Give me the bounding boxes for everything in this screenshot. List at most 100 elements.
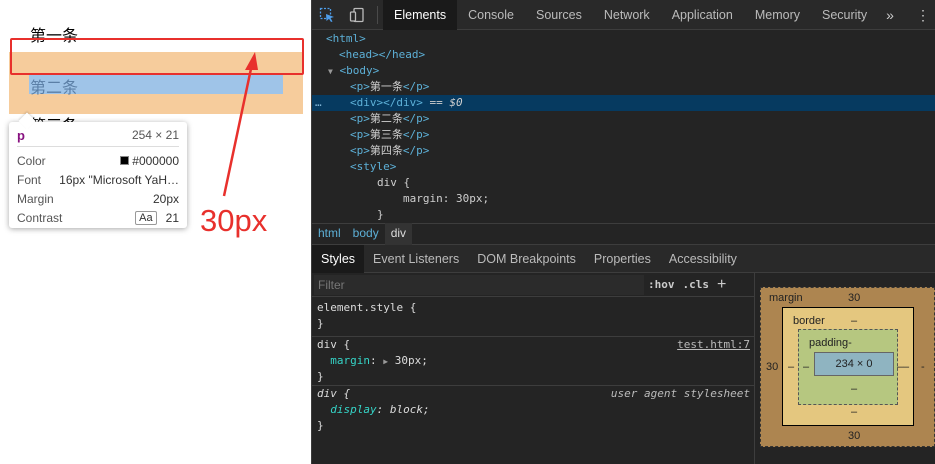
styles-filter-input[interactable] [314,274,644,295]
padding-left-value[interactable]: – [803,361,809,373]
tooltip-label: Color [17,153,46,168]
tab-styles[interactable]: Styles [312,244,365,273]
rule-selector: div { [317,387,351,400]
dom-text: } [377,208,384,221]
dom-tag: <p> [350,128,370,141]
styles-filter-bar: :hov .cls + [312,273,754,297]
ellipsis-icon[interactable]: … [315,95,322,111]
style-rules: element.style { } div { test.html:7 margi… [312,297,754,464]
rule-div-user-agent: div {user agent stylesheet display: bloc… [317,387,750,432]
dom-tag: <html> [326,32,366,45]
devtools-menu-icon[interactable]: ⋮ [916,0,930,30]
device-toolbar-icon[interactable] [342,0,372,30]
css-property[interactable]: margin [330,354,370,367]
dom-tag: <style> [350,160,397,173]
breadcrumb-html[interactable]: html [312,223,347,245]
tooltip-row-color: Color #000000 [17,151,179,170]
rule-selector[interactable]: element.style { [317,301,416,314]
border-top-value[interactable]: – [851,315,857,327]
tab-dom-breakpoints[interactable]: DOM Breakpoints [468,245,585,273]
more-tabs-icon[interactable]: » [878,7,902,23]
padding-bottom-value[interactable]: – [851,383,857,395]
tooltip-label: Contrast [17,210,63,225]
border-bottom-value[interactable]: – [851,406,857,418]
tab-network[interactable]: Network [593,0,661,30]
css-value: block; [389,403,430,416]
rule-close-brace: } [317,370,324,383]
padding-label: padding- [809,337,852,349]
dom-tag: </p> [402,128,430,141]
breadcrumb-body[interactable]: body [347,223,385,245]
toolbar-divider [377,5,378,24]
tooltip-value: 20px [152,191,179,206]
dom-tag: </p> [402,144,430,157]
dom-node-html[interactable]: <html> [312,31,935,47]
dom-text: div { [377,176,411,189]
dom-tag: <body> [339,64,380,77]
dom-node-div-selected[interactable]: … <div></div> == $0 [312,95,935,111]
tooltip-label: Font [17,172,42,187]
border-left-value[interactable]: – [788,361,794,373]
margin-bottom-value[interactable]: 30 [848,430,860,442]
tooltip-row-contrast: Contrast Aa 21 [17,208,179,227]
border-right-value[interactable]: – [903,361,909,373]
css-property: display [330,403,377,416]
expand-shorthand-icon[interactable]: ▶ [383,357,388,366]
dom-tree: <html> <head></head> ▼ <body> <p>第一条</p>… [312,31,935,223]
tooltip-value: 21 [165,210,179,225]
dom-node-p[interactable]: <p>第二条</p> [312,111,935,127]
box-model-diagram: 234 × 0 margin 30 30 30 - border – – – –… [754,273,935,464]
dom-node-body[interactable]: ▼ <body> [312,63,935,79]
tab-security[interactable]: Security [811,0,878,30]
contrast-badge: Aa [135,210,157,225]
tab-console[interactable]: Console [457,0,525,30]
dom-node-head[interactable]: <head></head> [312,47,935,63]
color-swatch-icon [120,156,130,165]
dom-tag: <p> [350,80,370,93]
dom-node-p[interactable]: <p>第三条</p> [312,127,935,143]
tooltip-row-font: Font 16px "Microsoft YaH… [17,170,179,189]
tab-memory[interactable]: Memory [744,0,811,30]
dom-eq: == [422,96,450,109]
dom-style-text: margin: 30px; [312,191,935,207]
class-toggle-button[interactable]: .cls [679,278,714,291]
tab-sources[interactable]: Sources [525,0,593,30]
inspect-element-icon[interactable] [312,0,342,30]
margin-right-value[interactable]: - [921,361,925,373]
new-rule-plus-icon[interactable]: + [713,276,730,294]
tab-event-listeners[interactable]: Event Listeners [364,245,468,273]
breadcrumb: html body div [312,223,935,245]
margin-top-value[interactable]: 30 [848,292,860,304]
dom-node-style[interactable]: <style> [312,159,935,175]
border-label: border [793,315,825,327]
inspect-tooltip: p 254 × 21 Color #000000 Font 16px "Micr… [9,122,187,228]
expand-triangle-icon[interactable]: ▼ [328,67,333,76]
dom-text: 第三条 [369,128,403,141]
css-value[interactable]: 30px; [395,354,428,367]
hover-state-button[interactable]: :hov [644,278,679,291]
dom-node-p[interactable]: <p>第一条</p> [312,79,935,95]
paragraph-2: 第二条 [30,78,79,97]
tab-elements[interactable]: Elements [383,0,458,30]
dom-text: 第一条 [369,80,403,93]
tab-accessibility[interactable]: Accessibility [660,245,746,273]
rule-source: user agent stylesheet [610,387,750,400]
dom-tag: <head></head> [339,48,426,61]
tooltip-value: 16px "Microsoft YaH… [59,172,179,187]
rule-selector[interactable]: div { [317,338,350,351]
box-model-content[interactable]: 234 × 0 [814,352,894,376]
tab-properties[interactable]: Properties [585,245,660,273]
rule-element-style: element.style { } [312,297,754,337]
breadcrumb-div[interactable]: div [384,223,413,245]
rule-close-brace: } [317,317,324,330]
tab-application[interactable]: Application [661,0,744,30]
devtools-tabbar: Elements Console Sources Network Applica… [312,0,935,30]
margin-left-value[interactable]: 30 [766,361,778,373]
annotation-red-box [10,38,304,75]
padding-right-value[interactable]: – [897,361,903,373]
tooltip-row-margin: Margin 20px [17,189,179,208]
dom-tag: <div></div> [350,96,423,109]
dom-node-p[interactable]: <p>第四条</p> [312,143,935,159]
rule-source-link[interactable]: test.html:7 [677,337,750,353]
dom-text: 第二条 [369,112,403,125]
